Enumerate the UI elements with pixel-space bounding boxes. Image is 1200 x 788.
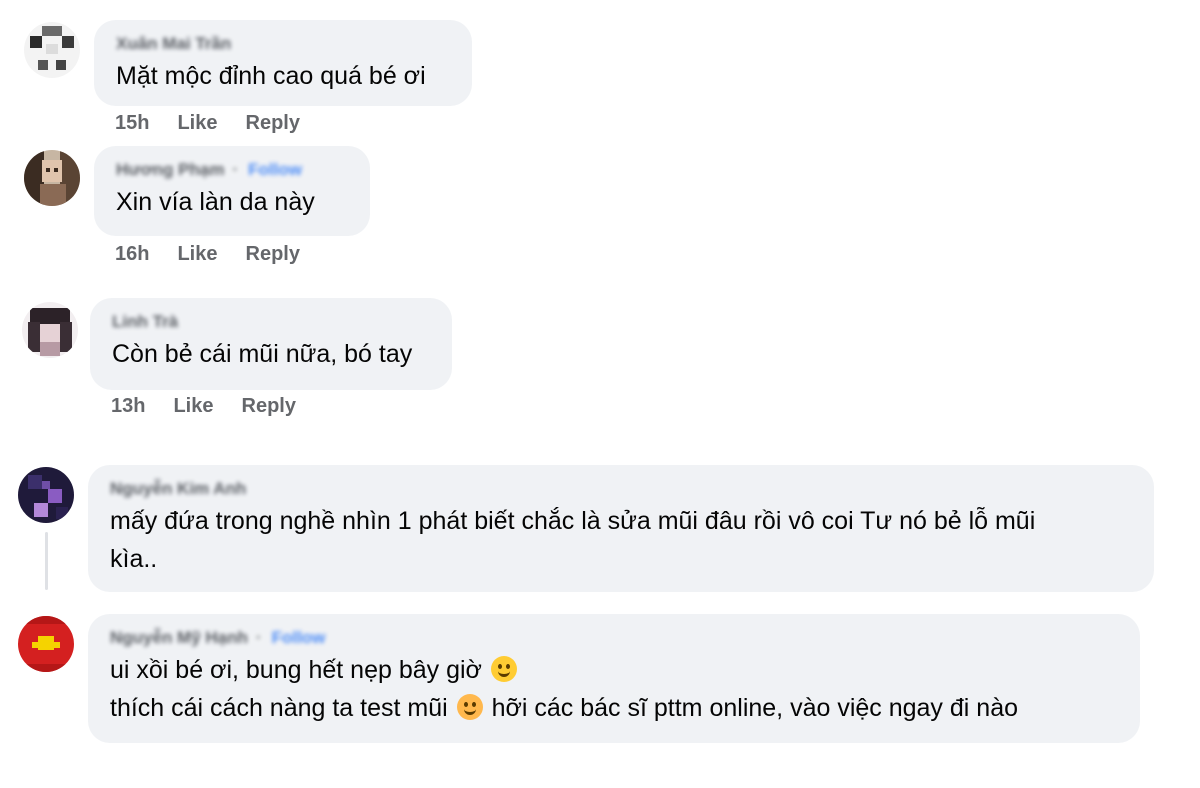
comment-bubble: Nguyễn Mỹ Hạnh · Follow ui xồi bé ơi, bung…	[88, 614, 1140, 743]
like-button[interactable]: Like	[177, 112, 217, 135]
rolling-laughing-emoji	[456, 694, 483, 720]
thread-line	[45, 532, 48, 590]
avatar[interactable]	[24, 150, 80, 206]
comment-time[interactable]: 15h	[115, 112, 149, 135]
reply-button[interactable]: Reply	[246, 112, 300, 135]
avatar-pixelated-icon	[18, 616, 74, 672]
avatar-pixelated-icon	[18, 467, 74, 523]
comment-text: Xin vía làn da này	[116, 188, 315, 216]
reply-button[interactable]: Reply	[242, 395, 296, 418]
comment-time[interactable]: 16h	[115, 243, 149, 266]
follow-button[interactable]: Follow	[248, 160, 302, 179]
comment-author[interactable]: Linh Trà	[112, 312, 432, 332]
comment-time[interactable]: 13h	[111, 395, 145, 418]
avatar-pixelated-icon	[22, 302, 78, 358]
comment-bubble: Hương Phạm · Follow Xin vía làn da này	[94, 146, 370, 236]
comment-actions: 13h Like Reply	[111, 395, 296, 418]
melting-face-emoji	[490, 656, 517, 682]
follow-button[interactable]: Follow	[272, 628, 326, 647]
comment-text: Mặt mộc đỉnh cao quá bé ơi	[116, 62, 426, 90]
comment-author[interactable]: Xuân Mai Trần	[116, 34, 452, 54]
comment-author[interactable]: Nguyễn Kim Anh	[110, 479, 1134, 499]
comment-bubble: Xuân Mai Trần Mặt mộc đỉnh cao quá bé ơi	[94, 20, 472, 106]
avatar-pixelated-icon	[24, 150, 80, 206]
comment-bubble: Nguyễn Kim Anh mấy đứa trong nghề nhìn 1…	[88, 465, 1154, 592]
comment-actions: 15h Like Reply	[115, 112, 300, 135]
comment-author[interactable]: Hương Phạm · Follow	[116, 160, 350, 180]
comment-bubble: Linh Trà Còn bẻ cái mũi nữa, bó tay	[90, 298, 452, 390]
comment-text: mấy đứa trong nghề nhìn 1 phát biết chắc…	[110, 507, 1036, 573]
comment-text: Còn bẻ cái mũi nữa, bó tay	[112, 340, 413, 368]
avatar[interactable]	[22, 302, 78, 358]
like-button[interactable]: Like	[173, 395, 213, 418]
comment-author[interactable]: Nguyễn Mỹ Hạnh · Follow	[110, 628, 1120, 648]
reply-button[interactable]: Reply	[246, 243, 300, 266]
avatar[interactable]	[18, 616, 74, 672]
avatar-pixelated-icon	[24, 22, 80, 78]
avatar[interactable]	[24, 22, 80, 78]
comment-text: ui xồi bé ơi, bung hết nẹp bây giờ thích…	[110, 656, 1018, 722]
like-button[interactable]: Like	[177, 243, 217, 266]
avatar[interactable]	[18, 467, 74, 523]
comment-actions: 16h Like Reply	[115, 243, 300, 266]
